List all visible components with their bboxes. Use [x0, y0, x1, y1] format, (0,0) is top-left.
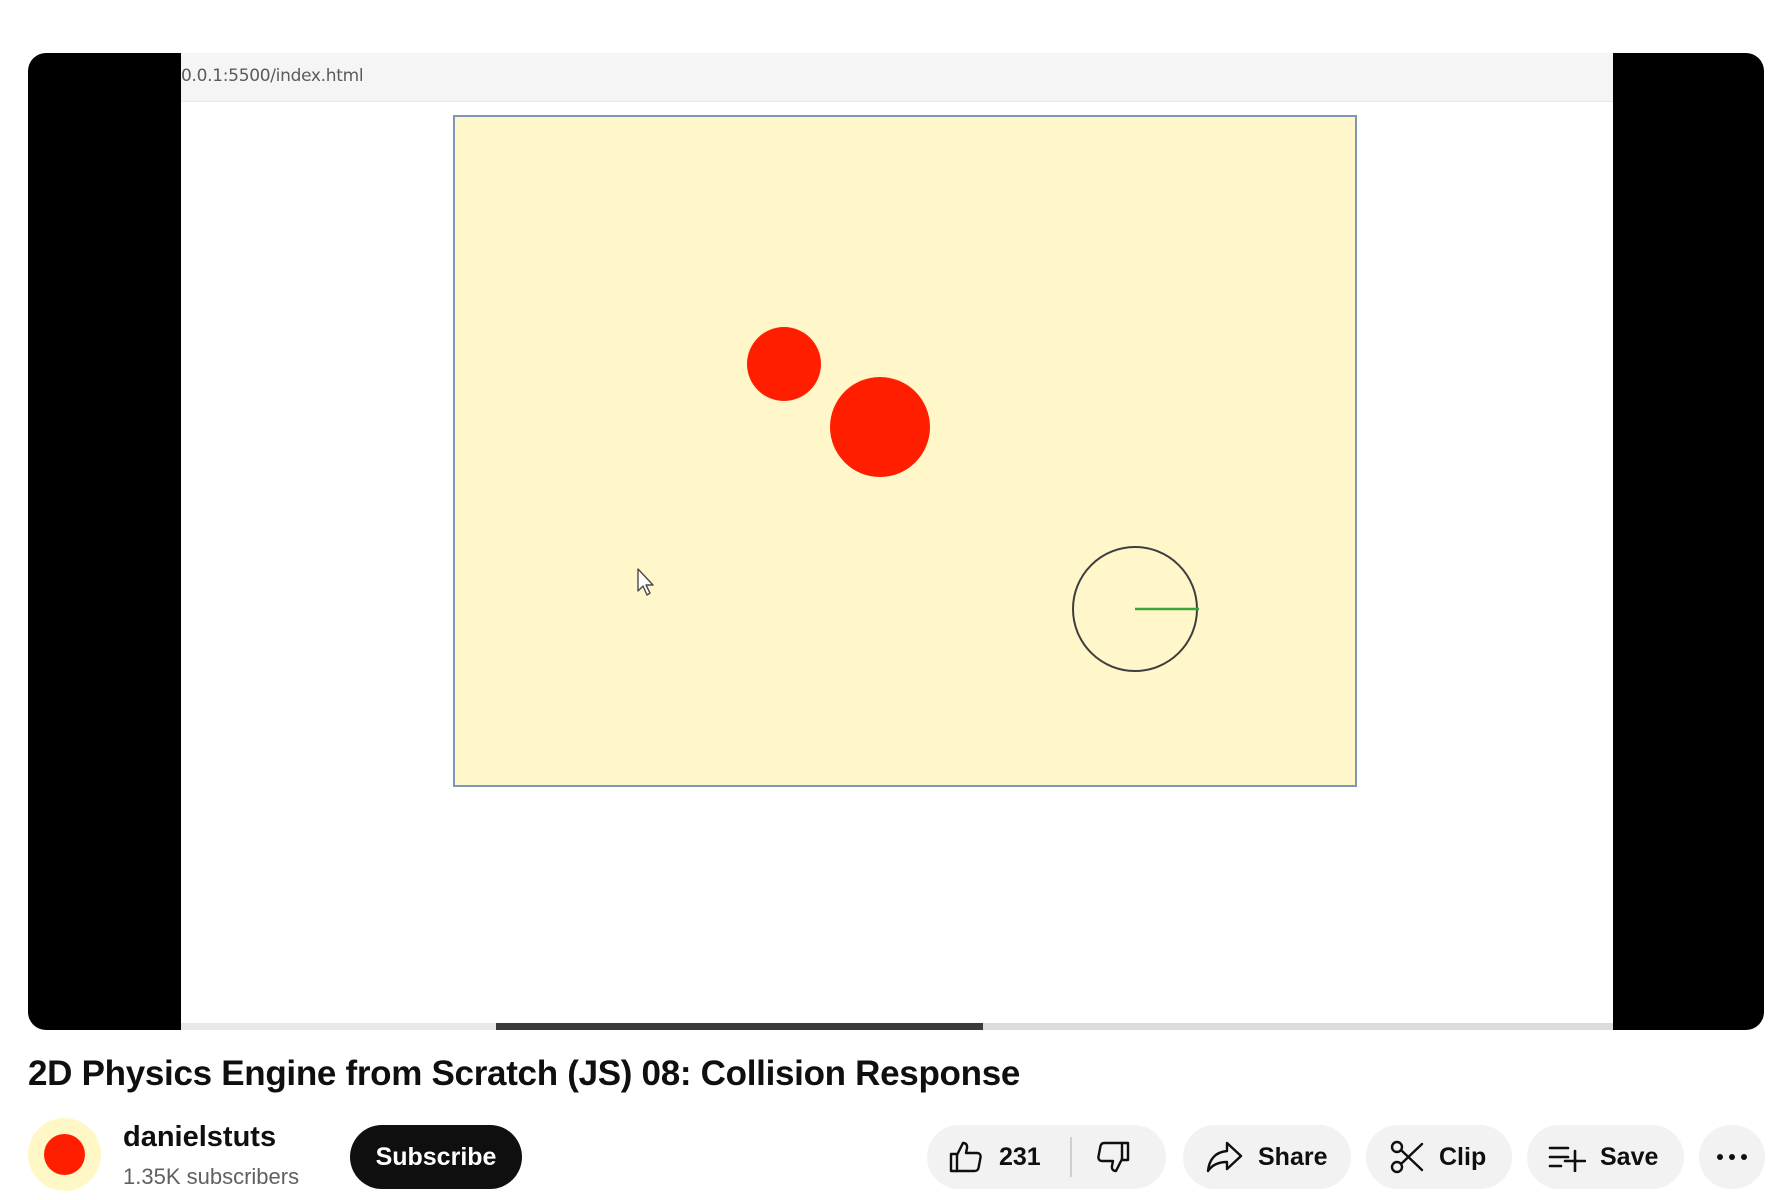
- physics-canvas: [453, 115, 1357, 787]
- more-actions-button[interactable]: [1699, 1125, 1765, 1189]
- thumbs-down-icon: [1095, 1139, 1131, 1175]
- browser-address-bar: 0.0.1:5500/index.html: [181, 53, 1613, 102]
- small-red-ball: [747, 327, 821, 401]
- save-label: Save: [1600, 1142, 1659, 1171]
- share-label: Share: [1258, 1142, 1328, 1171]
- save-button[interactable]: Save: [1527, 1125, 1684, 1189]
- share-arrow-icon: [1206, 1140, 1244, 1174]
- progress-played: [181, 1023, 497, 1030]
- video-progress-bar[interactable]: [181, 1023, 1613, 1030]
- playlist-add-icon: [1548, 1142, 1586, 1172]
- channel-name[interactable]: danielstuts: [123, 1121, 276, 1154]
- subscriber-count: 1.35K subscribers: [123, 1164, 300, 1189]
- like-button[interactable]: 231: [927, 1125, 1041, 1189]
- dislike-button[interactable]: [1072, 1125, 1131, 1189]
- thumbs-up-icon: [948, 1139, 984, 1175]
- physics-scene: [637, 327, 1199, 672]
- clip-button[interactable]: Clip: [1366, 1125, 1512, 1189]
- video-frame: 0.0.1:5500/index.html: [181, 53, 1613, 1030]
- avatar-red-dot: [44, 1134, 85, 1175]
- subscribe-button[interactable]: Subscribe: [350, 1125, 522, 1189]
- channel-avatar[interactable]: [28, 1118, 101, 1191]
- clip-label: Clip: [1439, 1142, 1487, 1171]
- video-title: 2D Physics Engine from Scratch (JS) 08: …: [28, 1054, 1021, 1093]
- browser-url: 0.0.1:5500/index.html: [181, 66, 364, 86]
- mouse-cursor-icon: [637, 568, 654, 596]
- progress-buffered: [496, 1023, 983, 1030]
- large-red-ball: [830, 377, 930, 477]
- more-horizontal-icon: [1716, 1153, 1748, 1161]
- share-button[interactable]: Share: [1183, 1125, 1351, 1189]
- like-dislike-group: 231: [927, 1125, 1166, 1189]
- scissors-icon: [1389, 1139, 1425, 1175]
- video-player[interactable]: 0.0.1:5500/index.html: [28, 53, 1764, 1030]
- like-count: 231: [999, 1142, 1041, 1171]
